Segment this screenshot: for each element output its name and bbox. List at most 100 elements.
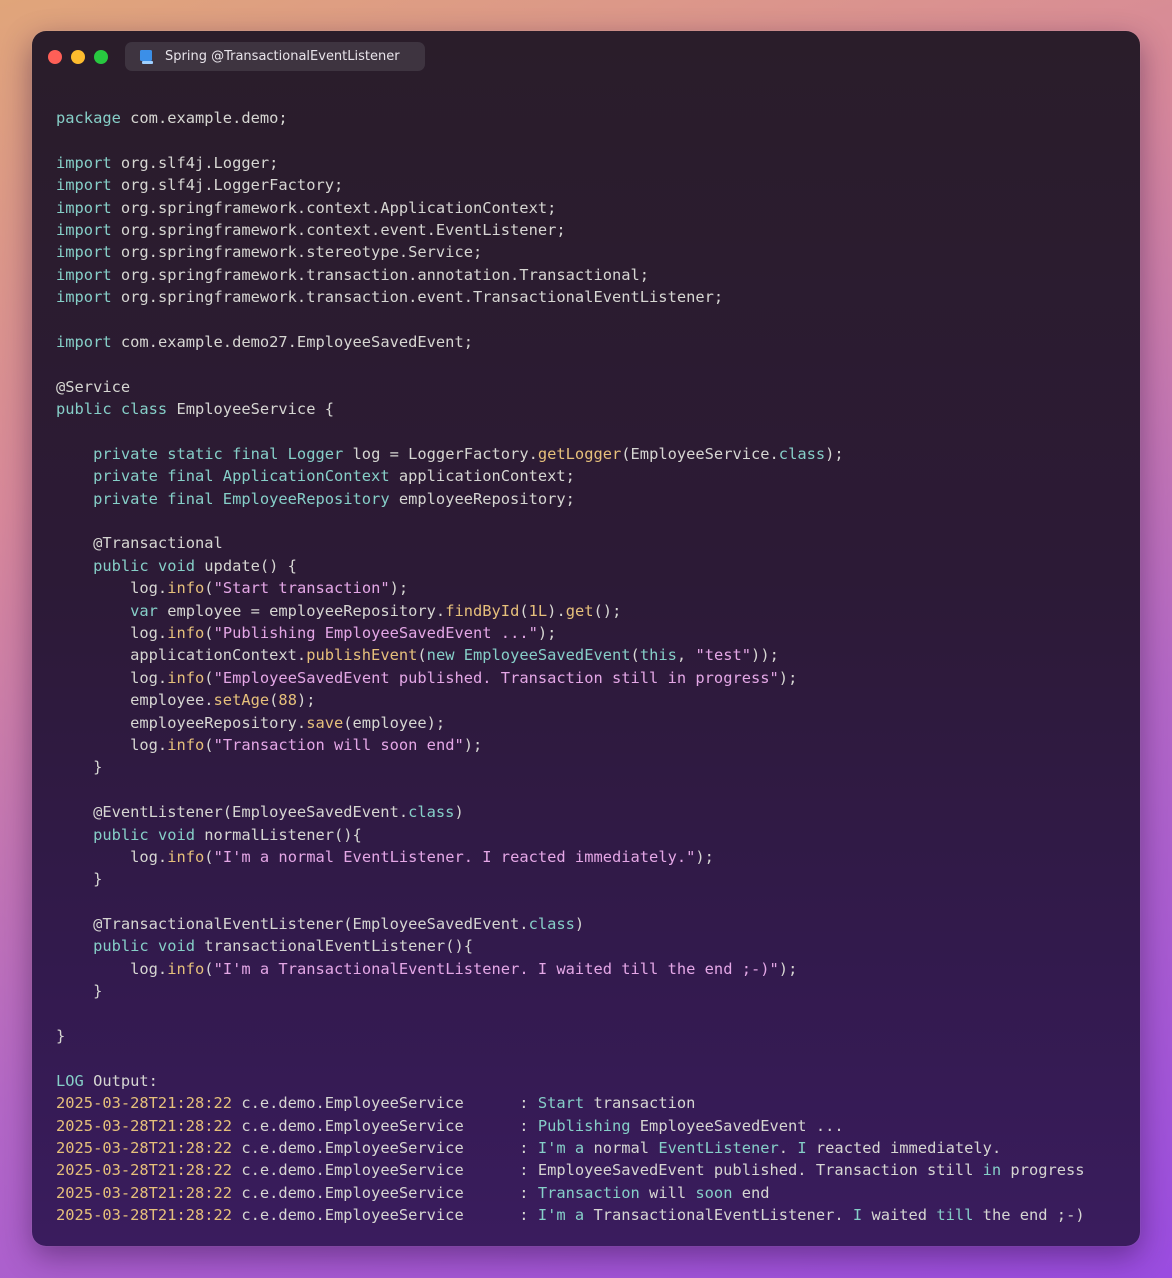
code-token: import xyxy=(56,332,112,351)
code-line: import org.springframework.transaction.a… xyxy=(56,264,1085,286)
code-token: Transaction xyxy=(537,1183,640,1202)
code-token: ( xyxy=(204,847,214,866)
code-token: com.example.demo27.EmployeeSavedEvent; xyxy=(111,332,473,351)
code-token: package xyxy=(56,109,121,127)
code-token: "test" xyxy=(695,646,752,665)
code-token: info xyxy=(167,668,205,687)
minimize-window-button[interactable] xyxy=(71,50,85,64)
code-token: log. xyxy=(56,623,168,642)
code-line: 2025-03-28T21:28:22 c.e.demo.EmployeeSer… xyxy=(56,1204,1085,1226)
code-token: new EmployeeSavedEvent xyxy=(426,646,631,665)
code-token: Publishing xyxy=(537,1116,631,1135)
code-token: waited xyxy=(862,1206,937,1225)
code-line: public void normalListener(){ xyxy=(56,824,1085,846)
code-token: class xyxy=(778,444,826,463)
code-token: till xyxy=(936,1206,974,1225)
code-token: update() { xyxy=(195,556,297,575)
maximize-window-button[interactable] xyxy=(94,50,108,64)
code-token: ( xyxy=(204,735,214,754)
code-token: get xyxy=(565,601,594,620)
code-token: log. xyxy=(56,847,168,866)
code-line: import org.springframework.context.Appli… xyxy=(56,197,1085,219)
code-token: } xyxy=(56,870,103,889)
code-token: info xyxy=(167,579,205,598)
code-token: } xyxy=(56,982,103,1001)
code-token: import xyxy=(56,153,112,172)
code-line: public class EmployeeService { xyxy=(56,398,1085,420)
document-icon xyxy=(139,49,155,65)
code-token: setAge xyxy=(213,691,270,710)
code-token: @TransactionalEventListener(EmployeeSave… xyxy=(56,915,529,934)
code-token: LOG xyxy=(56,1071,84,1090)
code-line: @EventListener(EmployeeSavedEvent.class) xyxy=(56,801,1085,823)
code-line: private final EmployeeRepository employe… xyxy=(56,488,1085,510)
code-line: import org.slf4j.Logger; xyxy=(56,152,1085,174)
code-line: log.info("Publishing EmployeeSavedEvent … xyxy=(56,622,1085,644)
code-token: 2025-03-28T21:28:22 xyxy=(56,1206,233,1225)
code-token: I'm a xyxy=(537,1206,585,1225)
code-token: "Transaction will soon end" xyxy=(213,735,464,754)
code-line: 2025-03-28T21:28:22 c.e.demo.EmployeeSer… xyxy=(56,1137,1085,1159)
code-token: 2025-03-28T21:28:22 xyxy=(56,1161,233,1180)
code-token: "I'm a TransactionalEventListener. I wai… xyxy=(213,959,779,978)
code-line: log.info("Start transaction"); xyxy=(56,577,1085,599)
code-token: public void xyxy=(93,825,196,844)
code-token: (EmployeeService. xyxy=(621,444,779,463)
code-token: applicationContext; xyxy=(389,467,575,486)
code-token: org.slf4j.LoggerFactory; xyxy=(111,176,344,195)
code-window: Spring @TransactionalEventListener packa… xyxy=(32,31,1140,1246)
code-token: I xyxy=(797,1138,807,1157)
code-line: import org.springframework.transaction.e… xyxy=(56,286,1085,308)
code-token: log = LoggerFactory. xyxy=(343,444,538,463)
code-token: "Start transaction" xyxy=(213,579,390,598)
code-token: @EventListener(EmployeeSavedEvent. xyxy=(56,803,409,822)
code-token: public void xyxy=(93,556,196,575)
code-line: package com.example.demo; xyxy=(56,107,1085,129)
code-line: 2025-03-28T21:28:22 c.e.demo.EmployeeSer… xyxy=(56,1182,1085,1204)
code-line: import org.springframework.stereotype.Se… xyxy=(56,241,1085,263)
code-token: "EmployeeSavedEvent published. Transacti… xyxy=(213,668,779,687)
code-token: c.e.demo.EmployeeService : xyxy=(232,1138,538,1157)
code-token: c.e.demo.EmployeeService : xyxy=(232,1116,538,1135)
code-token: (employee); xyxy=(343,713,446,732)
code-token: @Transactional xyxy=(56,534,223,553)
code-token: } xyxy=(56,1027,66,1046)
code-token: )); xyxy=(751,646,779,665)
code-line: @Service xyxy=(56,376,1085,398)
code-token: private final EmployeeRepository xyxy=(93,489,390,508)
code-token: c.e.demo.EmployeeService : xyxy=(232,1183,538,1202)
code-token: log. xyxy=(56,579,168,598)
code-token: log. xyxy=(56,735,168,754)
tab-file[interactable]: Spring @TransactionalEventListener xyxy=(125,42,425,71)
code-token: org.springframework.transaction.annotati… xyxy=(111,265,650,284)
code-token: getLogger xyxy=(537,444,622,463)
code-token: findById xyxy=(445,601,520,620)
code-token: @Service xyxy=(56,377,131,396)
code-token: normalListener(){ xyxy=(195,825,362,844)
code-line: LOG Output: xyxy=(56,1070,1085,1092)
code-token: import xyxy=(56,288,112,307)
code-line: public void update() { xyxy=(56,555,1085,577)
code-token: public class xyxy=(56,400,168,419)
code-token: ( xyxy=(519,601,529,620)
code-token: ) xyxy=(574,915,585,934)
code-token: ); xyxy=(825,444,844,463)
code-line: import com.example.demo27.EmployeeSavedE… xyxy=(56,331,1085,353)
code-line: public void transactionalEventListener()… xyxy=(56,935,1085,957)
code-token: ) xyxy=(454,803,464,822)
code-token: org.springframework.transaction.event.Tr… xyxy=(111,288,724,307)
code-token: "I'm a normal EventListener. I reacted i… xyxy=(213,847,696,866)
code-token: transaction xyxy=(584,1094,696,1113)
code-token: 2025-03-28T21:28:22 xyxy=(56,1138,233,1157)
code-token: normal xyxy=(584,1138,659,1157)
close-window-button[interactable] xyxy=(48,50,62,64)
code-editor[interactable]: package com.example.demo; import org.slf… xyxy=(56,107,1085,1227)
code-line: } xyxy=(56,756,1085,778)
code-token: ); xyxy=(463,735,483,754)
code-line: employeeRepository.save(employee); xyxy=(56,712,1085,734)
